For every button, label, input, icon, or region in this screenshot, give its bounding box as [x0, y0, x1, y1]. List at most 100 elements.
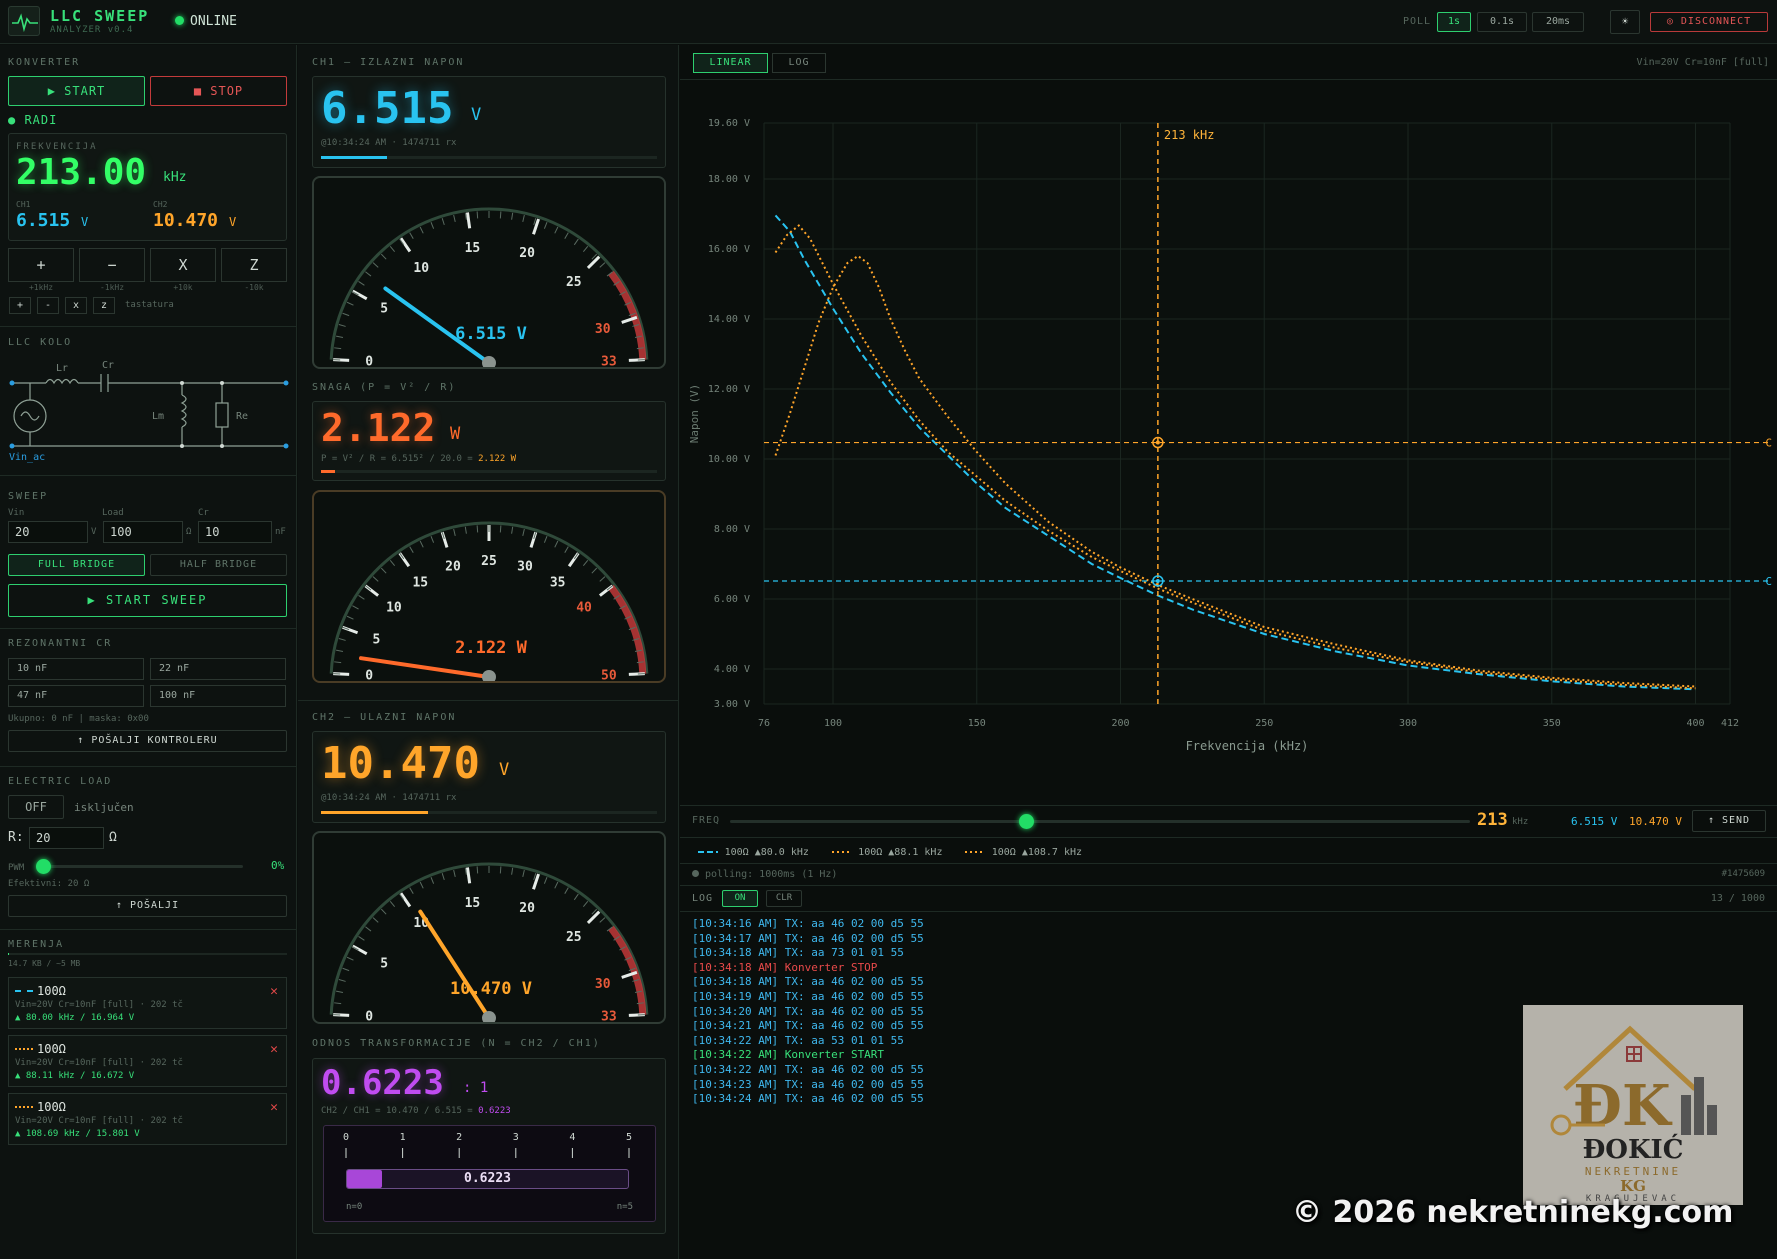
disconnect-button[interactable]: ◎ DISCONNECT: [1650, 12, 1768, 32]
cap-47nf-toggle[interactable]: 47 nF: [8, 685, 144, 707]
gauge-minor-tick: [358, 936, 365, 941]
gauge-major-tick: [586, 255, 601, 270]
pwm-slider[interactable]: [36, 859, 243, 874]
divider: [0, 929, 297, 930]
x-tick-label: 400: [1686, 718, 1704, 729]
cap-100nf-toggle[interactable]: 100 nF: [150, 685, 286, 707]
gauge-tick-label: 50: [601, 668, 617, 681]
ch2-level-fill: [321, 811, 428, 814]
effective-resistance: Efektivni: 20 Ω: [8, 879, 90, 889]
measurement-desc: Vin=20V Cr=10nF [full] · 202 tč: [15, 1000, 183, 1010]
gauge-readout: 6.515 V: [455, 324, 527, 344]
freq-minus-1khz-button[interactable]: −: [79, 248, 145, 282]
log-line: [10:34:22 AM] TX: aa 46 02 00 d5 55: [692, 1062, 924, 1076]
key-hint: +10k: [173, 283, 193, 292]
delete-measurement-icon[interactable]: ✕: [270, 984, 278, 999]
tab-log[interactable]: LOG: [772, 53, 826, 73]
gauge-minor-tick: [441, 218, 445, 226]
cap-10nf-toggle[interactable]: 10 nF: [8, 658, 144, 680]
y-tick-label: 6.00 V: [714, 594, 750, 605]
gauge-minor-tick: [409, 887, 414, 894]
ratio-tick-label: 4: [569, 1132, 575, 1143]
start-button[interactable]: ▶ START: [8, 76, 145, 106]
start-sweep-button[interactable]: ▶ START SWEEP: [8, 584, 287, 617]
eload-send-button[interactable]: ↑ POŠALJI: [8, 895, 287, 917]
log-line: [10:34:24 AM] TX: aa 46 02 00 d5 55: [692, 1092, 924, 1106]
ch2-timestamp: @10:34:24 AM · 1474711 rx: [321, 793, 457, 803]
cr-input[interactable]: 10: [198, 521, 272, 543]
full-bridge-button[interactable]: FULL BRIDGE: [8, 554, 145, 576]
log-clear-button[interactable]: CLR: [766, 890, 802, 907]
ch2-gauge-dial: 051015 2025303310.470 V: [329, 862, 649, 1025]
cursor-ch1-tag: C: [1765, 575, 1772, 588]
gauge-minor-tick: [419, 540, 424, 548]
load-input[interactable]: 100: [103, 521, 183, 543]
send-frequency-button[interactable]: ↑ SEND: [1692, 810, 1766, 832]
eload-toggle-button[interactable]: OFF: [8, 795, 64, 819]
freq-minus-10k-button[interactable]: Z: [221, 248, 287, 282]
log-line: [10:34:16 AM] TX: aa 46 02 00 d5 55: [692, 917, 924, 930]
y-tick-label: 18.00 V: [708, 174, 750, 185]
legend-swatch-icon: [965, 851, 986, 853]
gauge-minor-tick: [522, 214, 525, 222]
log-title: LOG: [692, 893, 714, 904]
cap-22nf-toggle[interactable]: 22 nF: [150, 658, 286, 680]
svg-text:ĐK: ĐK: [1573, 1073, 1673, 1139]
log-on-toggle[interactable]: ON: [722, 890, 758, 907]
measurement-item[interactable]: 100Ω ✕ Vin=20V Cr=10nF [full] · 202 tč ▲…: [8, 977, 287, 1029]
gauge-minor-tick: [582, 900, 589, 907]
tab-linear[interactable]: LINEAR: [693, 53, 768, 73]
measurement-item[interactable]: 100Ω ✕ Vin=20V Cr=10nF [full] · 202 tč ▲…: [8, 1035, 287, 1087]
resistance-input[interactable]: 20: [29, 827, 104, 849]
pwm-slider-thumb[interactable]: [36, 859, 51, 874]
send-to-controller-button[interactable]: ↑ POŠALJI KONTROLERU: [8, 730, 287, 752]
half-bridge-button[interactable]: HALF BRIDGE: [150, 554, 287, 576]
gauge-minor-tick: [346, 956, 354, 961]
gauge-minor-tick: [573, 238, 579, 246]
cursor-ch2-marker-dot: [1155, 440, 1160, 445]
measurement-item[interactable]: 100Ω ✕ Vin=20V Cr=10nF [full] · 202 tč ▲…: [8, 1093, 287, 1145]
gauge-tick-label: 40: [576, 601, 592, 616]
pulse-logo-icon: [8, 6, 40, 36]
key-hint: +1kHz: [28, 283, 54, 292]
poll-100ms-button[interactable]: 0.1s: [1477, 12, 1527, 32]
measurement-name: 100Ω: [37, 1100, 66, 1114]
gauge-minor-tick: [499, 211, 502, 219]
frequency-response-chart[interactable]: 3.00 V 4.00 V 6.00 V 8.00 V 10.00 V 12.00 V 14…: [680, 80, 1777, 845]
delete-measurement-icon[interactable]: ✕: [270, 1042, 278, 1057]
gauge-minor-tick: [389, 559, 396, 566]
ch2-mini-value: 10.470: [153, 210, 219, 231]
freq-plus-1khz-button[interactable]: +: [8, 248, 74, 282]
ch2-mini-label: CH2: [153, 200, 168, 209]
freq-plus-10k-button[interactable]: X: [150, 248, 216, 282]
watermark-brand: ĐOKIĆ: [1582, 1135, 1684, 1165]
divider: [298, 700, 679, 701]
pwm-value: 0%: [271, 859, 285, 872]
gauge-minor-tick: [409, 546, 414, 553]
gauge-tick-label: 33: [601, 354, 617, 367]
delete-measurement-icon[interactable]: ✕: [270, 1100, 278, 1115]
gauge-minor-tick: [335, 649, 344, 652]
power-value: 2.122: [321, 406, 436, 450]
vin-input[interactable]: 20: [8, 521, 88, 543]
ratio-formula: CH2 / CH1 = 10.470 / 6.515 = 0.6223: [321, 1106, 511, 1116]
gauge-tick-label: 5: [380, 302, 388, 317]
x-tick-label: 250: [1255, 718, 1273, 729]
gauge-minor-tick: [338, 324, 346, 327]
theme-toggle-button[interactable]: ☀: [1610, 10, 1640, 34]
lr-label: Lr: [56, 363, 68, 374]
divider: [0, 475, 297, 476]
x-tick-label: 412: [1721, 718, 1739, 729]
control-sidebar: KONVERTER ▶ START ■ STOP ● RADI FREKVENC…: [0, 45, 297, 1259]
ratio-section-title: ODNOS TRANSFORMACIJE (N = CH2 / CH1): [312, 1038, 601, 1049]
poll-1s-button[interactable]: 1s: [1437, 12, 1471, 32]
stop-button[interactable]: ■ STOP: [150, 76, 287, 106]
cursor-ch1-marker-dot: [1155, 578, 1160, 583]
storage-bar: [8, 953, 287, 955]
gauge-minor-tick: [409, 232, 414, 239]
gauge-minor-tick: [453, 528, 456, 536]
freq-slider[interactable]: [730, 814, 1470, 829]
gauge-needle: [418, 909, 491, 1020]
poll-20ms-button[interactable]: 20ms: [1532, 12, 1584, 32]
freq-slider-thumb[interactable]: [1019, 814, 1035, 829]
